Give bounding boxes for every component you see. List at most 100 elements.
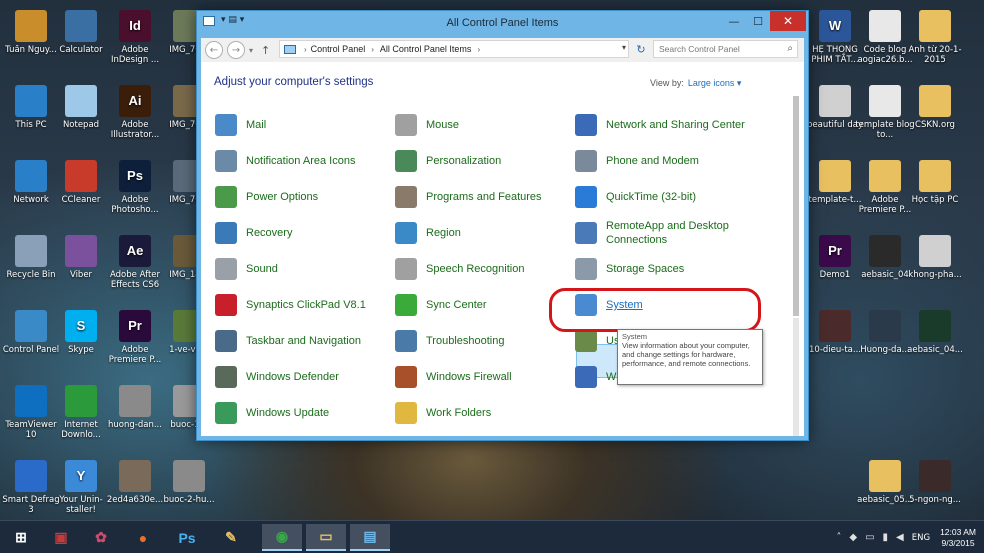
control-panel-item[interactable]: Programs and Features [395,180,542,214]
control-panel-icon[interactable]: ▤ [350,524,390,551]
control-panel-item[interactable]: Speech Recognition [395,252,524,286]
desktop-icon[interactable]: Viber [50,231,112,303]
volume-icon[interactable]: ◀ [896,532,904,543]
desktop-icon[interactable]: Ps Adobe Photosho... [104,156,166,228]
maximize-button[interactable]: ☐ [746,11,770,31]
desktop-icon-label: Adobe Photosho... [111,195,159,215]
minimize-button[interactable]: — [722,11,746,31]
view-by-dropdown[interactable]: Large icons ▾ [688,78,742,88]
control-panel-item[interactable]: Synaptics ClickPad V8.1 [215,288,366,322]
chevron-right-icon[interactable]: › [304,45,307,54]
control-panel-item[interactable]: W [575,360,616,394]
language-indicator[interactable]: ENG [912,533,930,543]
chevron-down-icon[interactable]: ▾ [622,43,626,52]
control-panel-item[interactable]: RemoteApp and Desktop Connections [575,216,756,250]
control-panel-item[interactable]: Storage Spaces [575,252,684,286]
chevron-right-icon[interactable]: › [477,45,480,54]
control-panel-item[interactable]: Windows Defender [215,360,339,394]
control-panel-item[interactable]: Phone and Modem [575,144,699,178]
control-panel-item[interactable]: QuickTime (32-bit) [575,180,696,214]
view-by-label: View by: [650,78,684,88]
search-icon[interactable]: ⌕ [787,43,793,54]
battery-icon[interactable]: ▭ [865,532,874,543]
control-panel-item[interactable]: Taskbar and Navigation [215,324,361,358]
control-panel-item[interactable]: Mail [215,108,266,142]
desktop-icon[interactable]: CCleaner [50,156,112,228]
control-panel-item[interactable]: Personalization [395,144,501,178]
address-bar[interactable]: › Control Panel › All Control Panel Item… [279,40,629,58]
control-panel-item[interactable]: Windows Firewall [395,360,512,394]
desktop-icon[interactable]: Pr Adobe Premiere P... [104,306,166,378]
network-icon[interactable]: ▮ [883,532,889,543]
chrome-icon[interactable]: ◉ [262,524,302,551]
breadcrumb-all-items[interactable]: All Control Panel Items [380,44,472,54]
back-button[interactable]: ← [205,41,223,59]
vertical-scrollbar[interactable] [791,92,801,436]
clock[interactable]: 12:03 AM 9/3/2015 [940,527,976,549]
paint-icon[interactable]: ✎ [214,524,248,551]
desktop-icon[interactable]: Ae Adobe After Effects CS6 [104,231,166,303]
control-panel-item[interactable]: Mouse [395,108,459,142]
control-panel-item-label: Troubleshooting [426,335,505,347]
desktop-icon[interactable]: khong-pha... [904,231,966,303]
up-button[interactable]: ↑ [261,44,270,57]
highlight-circle [549,288,761,332]
desktop-icon[interactable]: Id Adobe InDesign ... [104,6,166,78]
desktop-icon[interactable]: 2ed4a630e... [104,456,166,520]
desktop-icon[interactable]: Học tập PC [904,156,966,228]
scrollbar-track[interactable] [793,318,799,436]
quicktime-icon [575,186,597,208]
control-panel-item[interactable]: Troubleshooting [395,324,504,358]
control-panel-item-label: Recovery [246,227,293,239]
desktop-icon[interactable]: S Skype [50,306,112,378]
control-panel-item[interactable]: Windows Update [215,396,329,430]
ccleaner-icon [65,160,97,192]
desktop-icon[interactable]: Notepad [50,81,112,153]
search-input[interactable]: Search Control Panel ⌕ [653,40,798,58]
app-icon[interactable]: ✿ [84,524,118,551]
chevron-right-icon[interactable]: › [371,45,374,54]
refresh-icon[interactable]: ↻ [633,40,649,58]
title-bar[interactable]: ▾ ▤ ▾ All Control Panel Items — ☐ ✕ [197,11,808,38]
desktop-icon-label: CSKN.org [915,120,955,130]
desktop-icon[interactable]: Calculator [50,6,112,78]
tray-app-icon[interactable]: ◆ [849,532,857,543]
control-panel-item[interactable]: Notification Area Icons [215,144,355,178]
control-panel-icon [15,310,47,342]
premiere-icon: Pr [119,310,151,342]
chevron-up-icon[interactable]: ˄ [836,532,841,543]
control-panel-item[interactable]: Region [395,216,461,250]
photoshop-icon[interactable]: Ps [170,524,204,551]
control-panel-item-label: W [606,371,617,383]
desktop-icon[interactable]: Internet Downlo... [50,381,112,453]
control-panel-item[interactable]: Recovery [215,216,292,250]
control-panel-item[interactable]: Sync Center [395,288,487,322]
video-icon [869,310,901,342]
control-panel-item[interactable]: Sound [215,252,278,286]
desktop-icon[interactable]: Ai Adobe Illustrator... [104,81,166,153]
windows-start-icon[interactable]: ⊞ [4,524,38,551]
control-panel-item[interactable]: Power Options [215,180,318,214]
file-explorer-icon[interactable]: ▭ [306,524,346,551]
control-panel-item-label: Sync Center [426,299,487,311]
desktop-icon[interactable]: CSKN.org [904,81,966,153]
desktop-icon-label: Skype [68,345,94,355]
taskbar: ⊞ ▣ ✿ ● Ps ✎ ◉ ▭ ▤ ˄ ◆ ▭ ▮ ◀ ENG 12:03 AM 9/3/20… [0,520,984,553]
app-icon[interactable]: ▣ [44,524,78,551]
forward-button[interactable]: → [227,41,245,59]
breadcrumb-control-panel[interactable]: Control Panel [311,44,366,54]
control-panel-item[interactable]: Network and Sharing Center [575,108,745,142]
desktop-icon[interactable]: buoc-2-hu... [158,456,220,520]
desktop-icon[interactable]: Ảnh từ 20-1-2015 [904,6,966,78]
recent-locations-icon[interactable]: ▾ [249,46,253,55]
firefox-icon[interactable]: ● [126,524,160,551]
scrollbar-thumb[interactable] [793,96,799,316]
desktop-icon[interactable]: 5-ngon-ng... [904,456,966,520]
control-panel-item[interactable]: Work Folders [395,396,491,430]
user-accounts-icon [575,330,597,352]
desktop-icon[interactable]: huong-dan... [104,381,166,453]
desktop-icon[interactable]: Y Your Unin-staller! [50,456,112,520]
desktop-icon[interactable]: aebasic_04... [904,306,966,378]
programs-icon [395,186,417,208]
close-button[interactable]: ✕ [770,11,806,31]
